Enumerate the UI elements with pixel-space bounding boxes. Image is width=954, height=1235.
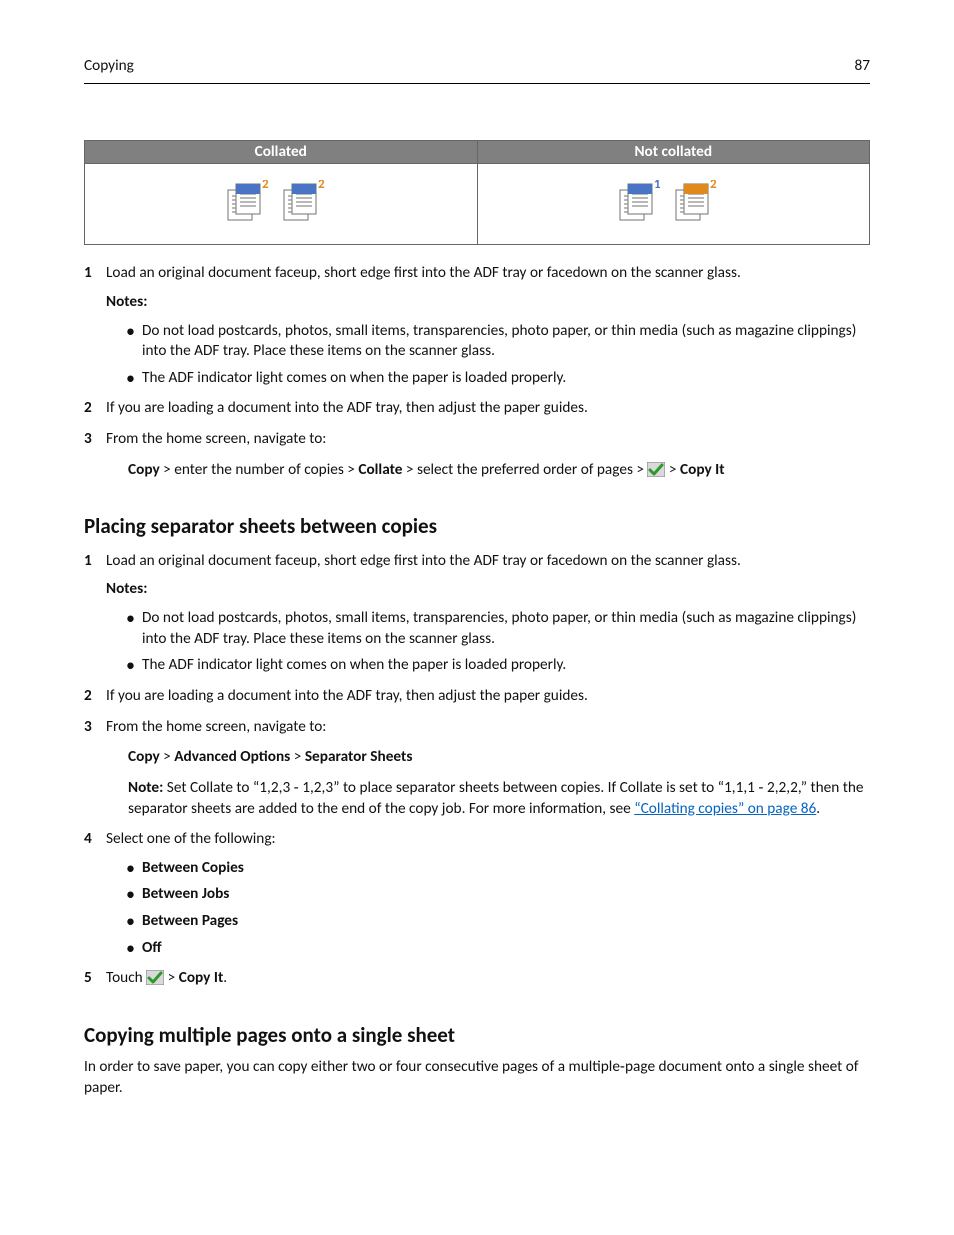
step: 2 If you are loading a document into the… <box>84 398 870 419</box>
header-section: Copying <box>84 56 134 77</box>
step: 2 If you are loading a document into the… <box>84 686 870 707</box>
notes-label: Notes: <box>106 292 870 313</box>
nav-text: > enter the number of copies > <box>160 460 359 479</box>
note-item: The ADF indicator light comes on when th… <box>126 368 870 389</box>
step: 1 Load an original document faceup, shor… <box>84 263 870 388</box>
nav-sep-label: Separator Sheets <box>305 747 413 766</box>
svg-text:2: 2 <box>262 180 269 192</box>
nav-copy-label: Copy <box>128 460 160 479</box>
nav-path: Copy > Advanced Options > Separator Shee… <box>128 747 870 768</box>
checkmark-icon <box>647 462 665 477</box>
notes-label: Notes: <box>106 579 870 600</box>
nav-collate-label: Collate <box>358 460 402 479</box>
step: 5 Touch > Copy It. <box>84 968 870 989</box>
section3-paragraph: In order to save paper, you can copy eit… <box>84 1057 870 1098</box>
svg-text:1: 1 <box>646 183 653 198</box>
notes-list: Do not load postcards, photos, small ite… <box>126 608 870 676</box>
not-collated-pages-icon: 1 1 2 2 <box>618 180 728 228</box>
step: 3 From the home screen, navigate to: Cop… <box>84 717 870 820</box>
separator-options: Between Copies Between Jobs Between Page… <box>126 858 870 959</box>
note-block: Note: Set Collate to “1,2,3 ‑ 1,2,3” to … <box>128 778 870 819</box>
step-text: From the home screen, navigate to: <box>106 429 326 448</box>
section-heading-multipage: Copying multiple pages onto a single she… <box>84 1021 870 1049</box>
step-text: If you are loading a document into the A… <box>106 686 588 705</box>
notes-list: Do not load postcards, photos, small ite… <box>126 321 870 389</box>
svg-text:2: 2 <box>318 180 325 192</box>
nav-text: > select the preferred order of pages > <box>402 460 647 479</box>
checkmark-icon <box>146 970 164 985</box>
svg-text:1: 1 <box>310 183 317 198</box>
nav-copy-label: Copy <box>128 747 160 766</box>
section2-steps: 1 Load an original document faceup, shor… <box>84 551 870 989</box>
step-text: Select one of the following: <box>106 829 276 848</box>
option-item: Between Pages <box>126 911 870 932</box>
step: 1 Load an original document faceup, shor… <box>84 551 870 676</box>
note-item: Do not load postcards, photos, small ite… <box>126 321 870 362</box>
note-label: Note: <box>128 778 163 797</box>
svg-text:1: 1 <box>654 180 661 192</box>
collation-table: Collated Not collated 1 2 1 2 <box>84 140 870 246</box>
svg-text:2: 2 <box>702 183 709 198</box>
step: 3 From the home screen, navigate to: Cop… <box>84 429 870 480</box>
option-item: Between Copies <box>126 858 870 879</box>
running-header: Copying 87 <box>84 56 870 84</box>
note-item: Do not load postcards, photos, small ite… <box>126 608 870 649</box>
xref-link-collating[interactable]: “Collating copies” on page 86 <box>634 799 816 818</box>
section-heading-separator: Placing separator sheets between copies <box>84 512 870 540</box>
option-label: Between Copies <box>142 858 244 877</box>
option-label: Between Pages <box>142 911 238 930</box>
step-text: If you are loading a document into the A… <box>106 398 588 417</box>
table-header-not-collated: Not collated <box>477 140 870 164</box>
nav-path: Copy > enter the number of copies > Coll… <box>128 460 870 481</box>
nav-advanced-label: Advanced Options <box>174 747 290 766</box>
section1-steps: 1 Load an original document faceup, shor… <box>84 263 870 480</box>
nav-copyit-label: Copy It <box>179 968 224 987</box>
step-text: Touch <box>106 968 146 987</box>
step-text: From the home screen, navigate to: <box>106 717 326 736</box>
svg-text:1: 1 <box>254 183 261 198</box>
step-text: Load an original document faceup, short … <box>106 551 741 570</box>
collated-pages-icon: 1 2 1 2 <box>226 180 336 228</box>
svg-text:2: 2 <box>710 180 717 192</box>
table-cell-collated: 1 2 1 2 <box>85 164 478 245</box>
table-header-collated: Collated <box>85 140 478 164</box>
header-page-number: 87 <box>854 56 870 77</box>
step: 4 Select one of the following: Between C… <box>84 829 870 958</box>
note-item: The ADF indicator light comes on when th… <box>126 655 870 676</box>
option-item: Between Jobs <box>126 884 870 905</box>
nav-copyit-label: Copy It <box>680 460 725 479</box>
table-cell-not-collated: 1 1 2 2 <box>477 164 870 245</box>
option-label: Between Jobs <box>142 884 229 903</box>
step-text: Load an original document faceup, short … <box>106 263 741 282</box>
option-label: Off <box>142 938 162 957</box>
option-item: Off <box>126 938 870 959</box>
